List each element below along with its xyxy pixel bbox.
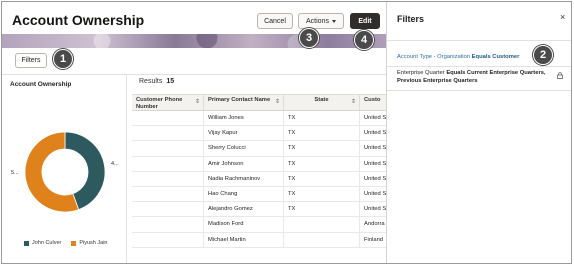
table-cell: Nadia Rachmaninov (204, 171, 284, 186)
column-header-label: Custo (364, 97, 381, 103)
callout-badge: 1 (53, 49, 73, 69)
filters-label: Filters (21, 57, 41, 64)
table-cell (132, 111, 204, 126)
cancel-label: Cancel (264, 17, 286, 25)
sort-icon[interactable]: ⇕ (275, 99, 280, 106)
table-row[interactable]: Vijay Kapur TX United S (132, 126, 386, 142)
actions-button[interactable]: Actions (298, 13, 344, 29)
legend-swatch (24, 240, 29, 246)
filter-item-account-type[interactable]: Account Type - Organization Equals Custo… (397, 54, 519, 60)
table-row[interactable]: Hao Chang TX United S (132, 186, 386, 203)
column-header-label: Primary Contact Name (208, 97, 271, 103)
results-table: Customer Phone Number ⇕ Primary Contact N… (132, 94, 386, 248)
filter-item-enterprise-quarter: Enterprise Quarter Equals Current Enterp… (397, 70, 547, 85)
table-row[interactable]: Madison Ford Andorra (132, 217, 386, 233)
table-row[interactable]: Michael Martin Finland (132, 232, 386, 248)
table-cell: TX (284, 141, 360, 156)
filter-value: Equals Customer (471, 54, 520, 60)
table-body: William Jones TX United S Vijay Kapur TX Unit… (132, 111, 386, 248)
table-cell: Hao Chang (204, 186, 284, 202)
table-cell: United S (364, 175, 386, 182)
table-cell (284, 232, 360, 247)
results-count: Results 15 (139, 78, 174, 85)
column-header[interactable]: Customer Phone Number ⇕ (132, 95, 204, 110)
column-header[interactable]: State ⇕ (284, 95, 360, 110)
page-title: Account Ownership (12, 12, 145, 28)
results-number: 15 (166, 78, 175, 85)
table-row[interactable]: Sherry Colucci TX United S (132, 141, 386, 157)
table-cell (132, 232, 204, 247)
callout-badge: 4 (354, 30, 374, 50)
table-cell (132, 186, 204, 202)
column-header[interactable]: Custo (360, 95, 386, 110)
filters-divider (387, 66, 571, 67)
app-frame: Account Ownership Cancel Actions Edit Fi… (1, 1, 572, 264)
table-cell (132, 171, 204, 186)
table-cell: United S (364, 115, 386, 121)
cancel-button[interactable]: Cancel (257, 13, 293, 29)
column-header-label: State (314, 97, 329, 103)
table-cell (132, 126, 204, 141)
callout-badge: 3 (299, 28, 319, 48)
table-cell: Alejandro Gomez (204, 202, 284, 217)
table-row[interactable]: William Jones TX United S (132, 111, 386, 127)
table-cell (132, 156, 204, 171)
chevron-down-icon (331, 19, 336, 23)
close-icon[interactable]: × (560, 12, 565, 22)
filters-panel: Filters × Account Type - Organization Eq… (387, 2, 571, 263)
actions-label: Actions (306, 17, 329, 25)
chart-label-right: 4... (111, 161, 119, 167)
results-label: Results (139, 78, 163, 85)
table-cell: TX (284, 202, 360, 217)
filters-divider (387, 90, 571, 91)
table-cell: Sherry Colucci (204, 141, 284, 156)
chart-panel: Account Ownership 5... 4... John Culver … (2, 75, 127, 263)
callout-badge: 2 (533, 45, 553, 65)
legend-item-label: Piyush Jain (79, 240, 108, 246)
table-cell: United S (364, 206, 386, 213)
table-cell: United S (364, 130, 386, 137)
table-cell: TX (284, 126, 360, 141)
filter-label: Enterprise Quarter (397, 70, 445, 76)
table-cell (132, 217, 204, 232)
table-cell (132, 141, 204, 156)
table-cell (132, 202, 204, 217)
donut-chart: 5... 4... (11, 131, 119, 213)
filters-divider (387, 40, 571, 41)
legend-item-label: John Culver (32, 240, 62, 246)
table-cell: TX (284, 156, 360, 171)
edit-button[interactable]: Edit (350, 13, 380, 29)
sort-icon[interactable]: ⇕ (195, 99, 200, 106)
column-header[interactable]: Primary Contact Name ⇕ (204, 95, 284, 110)
sort-icon[interactable]: ⇕ (351, 99, 356, 106)
column-header-label: Customer Phone Number (136, 97, 183, 110)
chart-legend: John Culver Piyush Jain (24, 240, 108, 246)
table-cell: Andorra (364, 221, 385, 228)
table-row[interactable]: Alejandro Gomez TX United S (132, 202, 386, 218)
table-cell: TX (284, 171, 360, 186)
table-cell: TX (284, 111, 360, 126)
table-cell: TX (284, 186, 360, 202)
filters-button[interactable]: Filters (15, 53, 47, 68)
table-cell: Madison Ford (204, 217, 284, 232)
table-cell: Amir Johnson (204, 156, 284, 171)
table-cell: United S (364, 190, 386, 197)
table-cell: United S (364, 160, 386, 167)
table-header: Customer Phone Number ⇕ Primary Contact N… (132, 94, 386, 111)
chart-label-left: 5... (11, 170, 19, 176)
table-cell: Finland (364, 236, 384, 243)
table-cell: William Jones (204, 111, 284, 126)
legend-swatch (71, 240, 77, 246)
filter-label: Account Type - Organization (397, 54, 471, 60)
header-banner-image (2, 34, 386, 48)
table-cell (284, 217, 360, 232)
table-row[interactable]: Amir Johnson TX United S (132, 156, 386, 172)
filters-panel-title: Filters (397, 14, 425, 24)
table-cell: United S (364, 145, 386, 152)
edit-label: Edit (358, 17, 372, 25)
table-cell: Michael Martin (204, 232, 284, 247)
table-cell: Vijay Kapur (204, 126, 284, 141)
table-row[interactable]: Nadia Rachmaninov TX United S (132, 171, 386, 187)
lock-icon (557, 72, 563, 79)
